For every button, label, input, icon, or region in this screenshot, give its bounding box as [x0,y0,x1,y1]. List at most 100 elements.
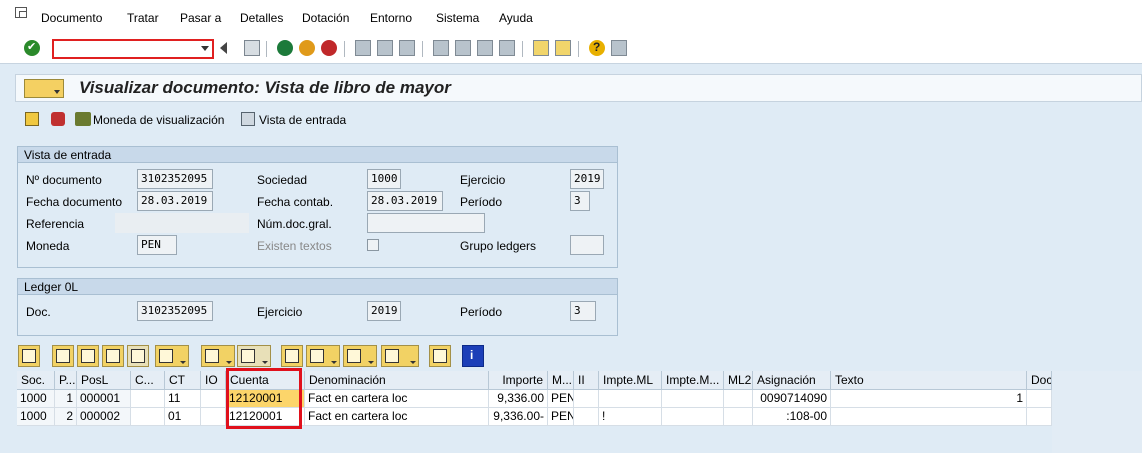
table-cell[interactable]: 1000 [17,408,55,426]
table-cell[interactable] [1027,390,1052,408]
table-cell[interactable]: 000002 [77,408,131,426]
display-icon[interactable] [51,112,65,126]
ledger-fiscal-year-field[interactable]: 2019 [367,301,401,321]
gui-menu-button[interactable] [24,79,64,98]
next-page-icon[interactable] [477,40,493,56]
column-header[interactable]: Importe [489,371,548,390]
table-cell[interactable]: 9,336.00- [489,408,548,426]
column-header[interactable]: ML2 [724,371,753,390]
command-field[interactable] [52,39,214,59]
menu-documento[interactable]: Documento [41,11,102,25]
export-button[interactable] [343,345,377,367]
column-header[interactable]: PosL [77,371,131,390]
find-icon[interactable] [377,40,393,56]
cross-doc-field[interactable] [367,213,485,233]
table-cell[interactable] [599,390,662,408]
table-cell[interactable]: 11 [165,390,201,408]
sort-ascending-button[interactable] [52,345,74,367]
ledger-period-field[interactable]: 3 [570,301,596,321]
system-menu-icon[interactable] [15,7,27,18]
column-header[interactable]: Denominación [305,371,489,390]
collapse-arrow-icon[interactable] [220,42,227,54]
column-header[interactable]: P... [55,371,77,390]
ledger-group-field[interactable] [570,235,604,255]
currency-icon[interactable] [75,112,91,126]
chevron-down-icon[interactable] [201,46,209,51]
print-icon[interactable] [355,40,371,56]
table-cell[interactable]: 000001 [77,390,131,408]
shortcut-icon[interactable] [555,40,571,56]
table-cell[interactable]: Fact en cartera loc [305,408,489,426]
column-header[interactable]: II [574,371,599,390]
menu-dotacion[interactable]: Dotación [302,11,349,25]
table-cell[interactable]: PEN [548,390,574,408]
views-button[interactable] [306,345,340,367]
new-session-icon[interactable] [533,40,549,56]
table-cell[interactable] [201,390,226,408]
info-button[interactable]: i [462,345,484,367]
menu-tratar[interactable]: Tratar [127,11,159,25]
table-cell[interactable]: ! [599,408,662,426]
sort-descending-button[interactable] [77,345,99,367]
menu-entorno[interactable]: Entorno [370,11,412,25]
table-cell[interactable]: 1000 [17,390,55,408]
table-cell[interactable] [662,390,724,408]
company-field[interactable]: 1000 [367,169,401,189]
table-cell[interactable]: 0090714090 [753,390,831,408]
period-field[interactable]: 3 [570,191,590,211]
print-preview-button[interactable] [281,345,303,367]
column-header[interactable]: CT [165,371,201,390]
menu-sistema[interactable]: Sistema [436,11,479,25]
column-header[interactable]: C... [131,371,165,390]
reference-field[interactable] [115,213,249,233]
back-icon[interactable] [277,40,293,56]
cancel-icon[interactable] [321,40,337,56]
doc-number-field[interactable]: 3102352095 [137,169,213,189]
filter-button[interactable] [155,345,189,367]
layout-menu-icon[interactable] [611,40,627,56]
table-cell[interactable] [131,408,165,426]
ledger-doc-field[interactable]: 3102352095 [137,301,213,321]
last-page-icon[interactable] [499,40,515,56]
find-next-icon[interactable] [399,40,415,56]
column-header[interactable]: M... [548,371,574,390]
column-header[interactable]: Doc [1027,371,1052,390]
graphic-button[interactable] [429,345,451,367]
table-cell[interactable]: 01 [165,408,201,426]
doc-date-field[interactable]: 28.03.2019 [137,191,213,211]
fiscal-year-field[interactable]: 2019 [570,169,604,189]
table-cell[interactable]: 12120001 [226,408,305,426]
document-overview-icon[interactable] [25,112,39,126]
table-cell[interactable]: :108-00 [753,408,831,426]
entry-view-button[interactable]: Vista de entrada [259,113,346,127]
exit-icon[interactable] [299,40,315,56]
enter-check-icon[interactable] [24,40,40,56]
table-cell[interactable]: 1 [55,390,77,408]
entry-view-icon[interactable] [241,112,255,126]
table-cell[interactable]: 2 [55,408,77,426]
table-cell[interactable]: 9,336.00 [489,390,548,408]
table-cell[interactable] [1027,408,1052,426]
menu-pasar-a[interactable]: Pasar a [180,11,221,25]
display-currency-button[interactable]: Moneda de visualización [93,113,224,127]
posting-date-field[interactable]: 28.03.2019 [367,191,443,211]
table-cell[interactable] [724,408,753,426]
table-cell[interactable]: 1 [831,390,1027,408]
currency-field[interactable]: PEN [137,235,177,255]
menu-detalles[interactable]: Detalles [240,11,283,25]
previous-page-icon[interactable] [455,40,471,56]
table-cell[interactable] [574,390,599,408]
column-header[interactable]: Soc. [17,371,55,390]
column-header[interactable]: IO [201,371,226,390]
column-header[interactable]: Cuenta [226,371,305,390]
table-cell[interactable]: 12120001 [226,390,305,408]
first-page-icon[interactable] [433,40,449,56]
find-next-button[interactable] [127,345,149,367]
table-cell[interactable]: PEN [548,408,574,426]
find-button[interactable] [102,345,124,367]
subtotal-button[interactable] [237,345,271,367]
sum-button[interactable] [201,345,235,367]
details-button[interactable] [18,345,40,367]
menu-ayuda[interactable]: Ayuda [499,11,533,25]
column-header[interactable]: Impte.ML [599,371,662,390]
